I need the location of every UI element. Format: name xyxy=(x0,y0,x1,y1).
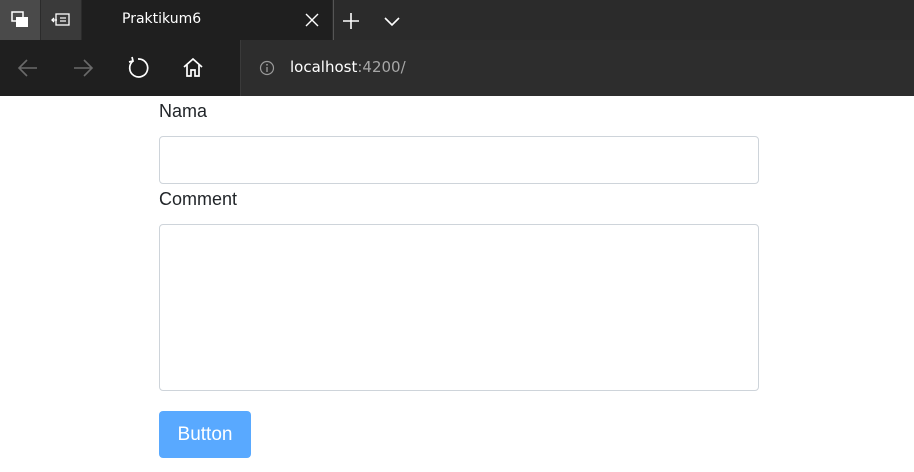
show-set-aside-tabs-button[interactable] xyxy=(41,0,81,40)
plus-icon[interactable] xyxy=(340,10,362,32)
navigation-bar: localhost:4200/ xyxy=(0,40,914,96)
arrow-right-icon[interactable] xyxy=(71,56,95,80)
url-host: localhost xyxy=(290,58,358,76)
comment-textarea[interactable] xyxy=(159,224,759,391)
tab-divider xyxy=(333,0,334,40)
url-text: localhost:4200/ xyxy=(290,58,406,76)
info-icon[interactable] xyxy=(259,60,275,76)
tabs-restore-icon xyxy=(51,13,70,26)
address-bar[interactable]: localhost:4200/ xyxy=(240,40,914,96)
tabs-aside-button[interactable] xyxy=(0,0,40,40)
tab-strip: Praktikum6 xyxy=(0,0,914,40)
arrow-left-icon[interactable] xyxy=(16,56,40,80)
browser-tab[interactable]: Praktikum6 xyxy=(82,0,332,40)
home-icon[interactable] xyxy=(181,56,205,80)
close-icon[interactable] xyxy=(304,12,320,28)
tab-title: Praktikum6 xyxy=(122,11,202,27)
tabs-aside-icon xyxy=(11,11,28,27)
url-port-path: :4200/ xyxy=(357,58,406,76)
refresh-icon[interactable] xyxy=(126,56,150,80)
submit-button[interactable]: Button xyxy=(159,411,251,458)
name-label: Nama xyxy=(159,101,208,121)
comment-label: Comment xyxy=(159,189,238,209)
chevron-down-icon[interactable] xyxy=(382,12,402,30)
name-input[interactable] xyxy=(159,136,759,184)
